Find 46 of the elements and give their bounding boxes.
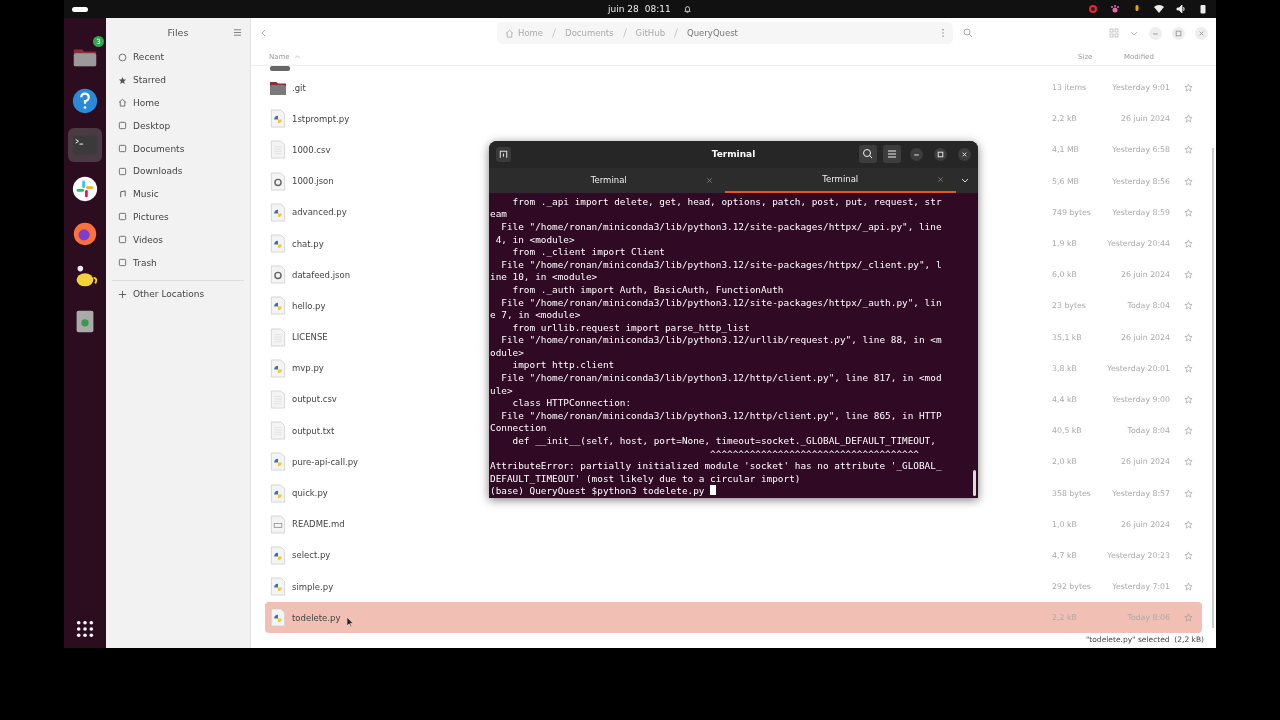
- terminal-line: Connection: [490, 422, 547, 436]
- terminal-line: from ._api import delete, get, head, options, patch, post, put, request, str: [511, 195, 942, 209]
- terminal-line: AttributeError: partially initialized module 'socket' has no attribute '_GLOBAL_: [490, 460, 942, 473]
- terminal-line: File "/home/ronan/miniconda3/lib/python3.12/http/client.py", line 865, in HTTP: [500, 409, 942, 423]
- time-text: 08:11: [644, 4, 671, 14]
- terminal-line: from ._client import Client: [511, 246, 665, 259]
- terminal-line: 4, in <module>: [494, 233, 575, 247]
- file-name: output.txt: [292, 425, 335, 436]
- file-name: simple.py: [292, 581, 334, 592]
- terminal-line: ine 10, in <module>: [490, 271, 598, 284]
- sidebar-title: Files: [167, 26, 189, 38]
- terminal-line: import http.client: [511, 359, 615, 373]
- terminal-line: File "/home/ronan/miniconda3/lib/python3.12/urllib/request.py", line 88, in <m: [500, 334, 942, 347]
- date-text: juin 28: [608, 4, 639, 14]
- terminal-line: e 7, in <module>: [490, 309, 581, 322]
- terminal-line: File "/home/ronan/miniconda3/lib/python3.12/site-packages/httpx/_api.py", line: [500, 220, 942, 234]
- file-name: advanced.py: [292, 207, 347, 218]
- terminal-line: def __init__(self, host, port=None, timeout=socket._GLOBAL_DEFAULT_TIMEOUT,: [511, 435, 936, 448]
- file-name: output.csv: [292, 394, 337, 405]
- terminal-line: File "/home/ronan/miniconda3/lib/python3.12/http/client.py", line 817, in <mod: [500, 372, 942, 385]
- file-name: select.py: [292, 550, 331, 561]
- terminal-line: odule>: [490, 346, 524, 360]
- terminal-line: eam: [490, 208, 507, 221]
- file-name: LICENSE: [292, 332, 328, 343]
- file-name: 1stprompt.py: [292, 113, 350, 124]
- file-name: mvp.py: [292, 363, 324, 374]
- file-name: chat.py: [292, 238, 324, 249]
- terminal-line: class HTTPConnection:: [511, 397, 632, 410]
- file-name: datafeed.json: [292, 269, 351, 280]
- file-name: 1000.csv: [292, 144, 331, 155]
- terminal-line: File "/home/ronan/miniconda3/lib/python3.12/site-packages/httpx/_auth.py", lin: [500, 296, 942, 310]
- terminal-line: from ._auth import Auth, BasicAuth, FunctionAuth: [511, 283, 784, 297]
- file-name: todelete.py: [292, 612, 341, 623]
- file-name: hello.py: [292, 300, 326, 311]
- file-name: quick.py: [292, 488, 328, 499]
- terminal-line: ^^^^^^^^^^^^^^^^^^^^^^^^^^^^^^^^^^^^^: [709, 447, 919, 461]
- file-name: pure-api-call.py: [292, 456, 359, 467]
- file-name: .git: [292, 82, 306, 93]
- terminal-line: from urllib.request import parse_http_list: [511, 321, 750, 335]
- file-name: README.md: [292, 519, 345, 530]
- file-name: 1000.json: [292, 176, 334, 187]
- terminal-line: File "/home/ronan/miniconda3/lib/python3.12/site-packages/httpx/_client.py", l: [500, 258, 942, 272]
- terminal-line: DEFAULT_TIMEOUT' (most likely due to a circular import): [490, 472, 801, 486]
- terminal-line: (base) QueryQuest $python3 todelete.py: [490, 485, 717, 498]
- terminal-line: ule>: [490, 384, 513, 398]
- window-title: Terminal: [711, 149, 756, 160]
